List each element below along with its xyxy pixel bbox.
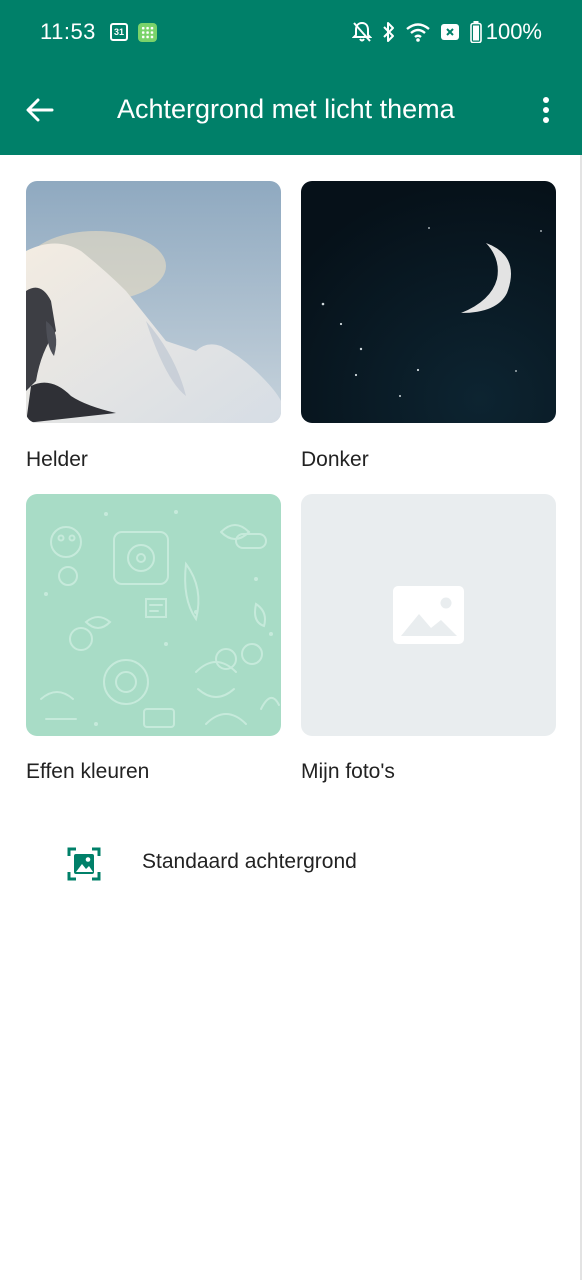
wallpaper-icon [67, 847, 101, 881]
status-time: 11:53 [40, 19, 96, 44]
status-bar: 11:53 31 100% [0, 0, 582, 66]
calendar-icon: 31 [110, 23, 128, 41]
snowy-mountain-image [26, 181, 281, 423]
app-grid-icon [138, 23, 157, 42]
battery-level: 100% [485, 19, 542, 44]
wallpaper-helder-label: Helder [26, 448, 88, 471]
more-options-button[interactable] [526, 90, 566, 130]
night-moon-image [301, 181, 556, 423]
page-title: Achtergrond met licht thema [117, 94, 455, 124]
image-placeholder-icon [393, 586, 464, 644]
mute-notifications-icon [351, 21, 372, 43]
arrow-back-icon [26, 98, 54, 122]
wallpaper-donker-label: Donker [301, 448, 369, 471]
bluetooth-icon [382, 21, 396, 43]
wallpaper-helder-tile[interactable] [26, 181, 281, 423]
wallpaper-effen-kleuren-tile[interactable] [26, 494, 281, 736]
doodle-pattern-image [26, 494, 281, 736]
wallpaper-my-photos-label: Mijn foto's [301, 760, 395, 783]
more-vert-icon [543, 97, 549, 123]
back-button[interactable] [20, 90, 60, 130]
no-sim-icon [440, 23, 460, 41]
battery-icon [469, 21, 482, 43]
wifi-icon [405, 22, 430, 42]
wallpaper-my-photos-tile[interactable] [301, 494, 556, 736]
default-wallpaper-label: Standaard achtergrond [142, 850, 357, 873]
default-wallpaper-option[interactable]: Standaard achtergrond [0, 820, 582, 905]
wallpaper-donker-tile[interactable] [301, 181, 556, 423]
wallpaper-effen-kleuren-label: Effen kleuren [26, 760, 150, 783]
